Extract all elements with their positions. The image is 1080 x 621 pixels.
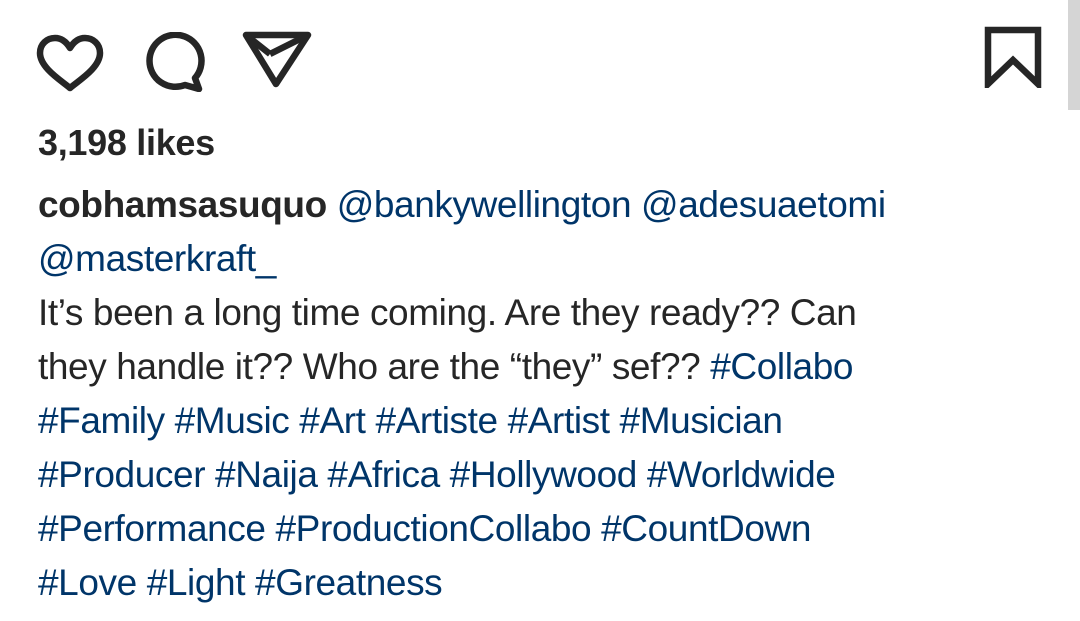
hashtag-link[interactable]: #Artist (508, 400, 610, 441)
caption-username[interactable]: cobhamsasuquo (38, 184, 327, 225)
caption-text: It’s been a long time coming. Are they r… (38, 292, 857, 333)
hashtag-link[interactable]: #Light (147, 562, 246, 603)
hashtag-link[interactable]: #CountDown (601, 508, 811, 549)
scrollbar[interactable] (1068, 0, 1080, 110)
hashtag-link[interactable]: #Music (175, 400, 290, 441)
comment-icon[interactable] (141, 32, 207, 92)
bookmark-icon[interactable] (984, 26, 1042, 88)
hashtag-link[interactable]: #Producer (38, 454, 206, 495)
mention-link[interactable]: @adesuaetomi (641, 184, 886, 225)
hashtag-link[interactable]: #Art (299, 400, 366, 441)
hashtag-link[interactable]: #Performance (38, 508, 266, 549)
hashtag-link[interactable]: #Worldwide (647, 454, 836, 495)
hashtag-link[interactable]: #Hollywood (450, 454, 638, 495)
hashtag-link[interactable]: #Musician (620, 400, 783, 441)
hashtag-link[interactable]: #Love (38, 562, 137, 603)
hashtag-link[interactable]: #ProductionCollabo (275, 508, 591, 549)
hashtag-link[interactable]: #Africa (327, 454, 440, 495)
mention-link[interactable]: @masterkraft_ (38, 238, 276, 279)
likes-count[interactable]: 3,198 likes (38, 122, 215, 164)
post-action-bar (0, 0, 1080, 110)
heart-icon[interactable] (36, 34, 104, 92)
hashtag-link[interactable]: #Collabo (710, 346, 853, 387)
send-icon[interactable] (242, 30, 312, 88)
hashtag-link[interactable]: #Greatness (255, 562, 443, 603)
hashtag-link[interactable]: #Artiste (375, 400, 498, 441)
hashtag-link[interactable]: #Family (38, 400, 165, 441)
mention-link[interactable]: @bankywellington (337, 184, 632, 225)
hashtag-link[interactable]: #Naija (215, 454, 318, 495)
caption-text: they handle it?? Who are the “they” sef?… (38, 346, 701, 387)
post-caption: cobhamsasuquo @bankywellington @adesuaet… (38, 178, 1038, 610)
